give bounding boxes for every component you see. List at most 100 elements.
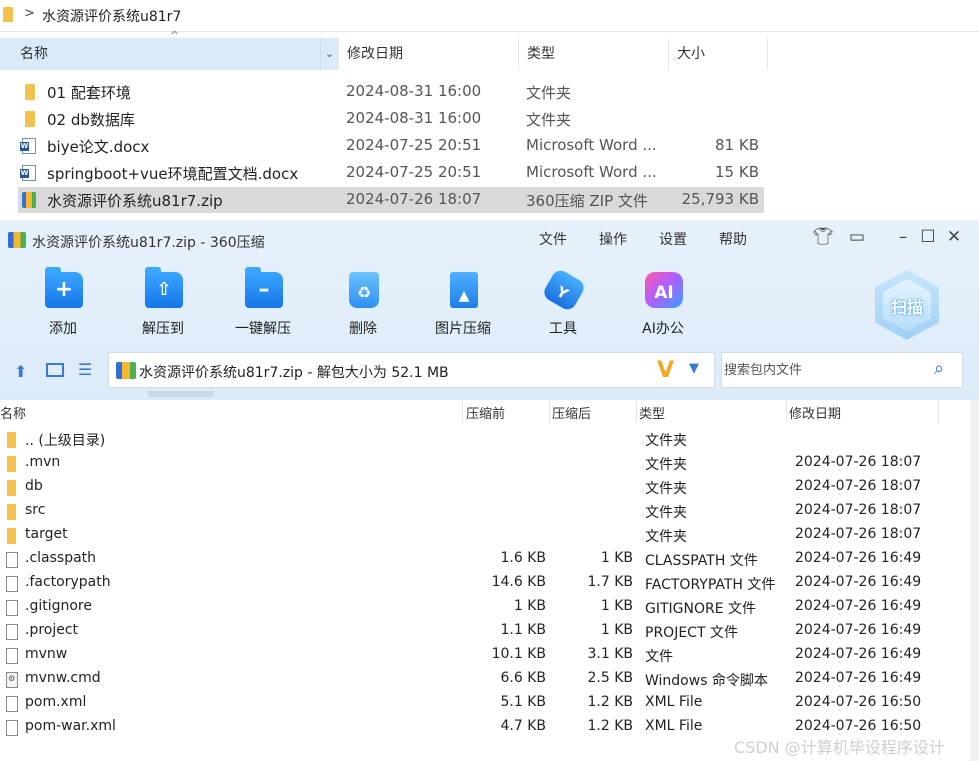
maximize-icon[interactable]: ☐ bbox=[917, 227, 939, 247]
toolbar-extract-to-button[interactable]: ⇧ 解压到 bbox=[120, 267, 206, 338]
word-doc-icon bbox=[20, 138, 36, 154]
file-icon bbox=[6, 720, 18, 736]
entry-date: 2024-07-26 16:49 bbox=[795, 598, 922, 614]
column-type-header[interactable]: 类型 bbox=[639, 403, 665, 422]
vertical-scrollbar[interactable] bbox=[970, 400, 979, 761]
entry-size-before: 10.1 KB bbox=[491, 646, 546, 662]
archive-row[interactable]: src 文件夹 2024-07-26 18:07 bbox=[0, 500, 979, 524]
entry-size-before: 14.6 KB bbox=[491, 574, 546, 590]
column-modified-header[interactable]: 修改日期 bbox=[789, 403, 841, 422]
entry-size-after: 2.5 KB bbox=[587, 670, 634, 686]
dropdown-arrow-icon[interactable]: ▼ bbox=[689, 361, 699, 376]
search-icon[interactable]: ⌕ bbox=[934, 358, 944, 379]
folder-icon bbox=[7, 480, 16, 496]
file-name: springboot+vue环境配置文档.docx bbox=[47, 165, 299, 183]
folder-icon bbox=[25, 84, 35, 100]
toolbar-label: 图片压缩 bbox=[435, 321, 491, 337]
watermark-text: CSDN @计算机毕设程序设计 bbox=[734, 738, 945, 757]
toolbar-tools-button[interactable]: Y 工具 bbox=[520, 267, 606, 338]
file-icon bbox=[6, 624, 18, 640]
scan-label: 扫描 bbox=[890, 298, 923, 317]
sort-ascending-icon: ^ bbox=[170, 29, 180, 42]
entry-name: target bbox=[25, 526, 68, 542]
archive-row[interactable]: db 文件夹 2024-07-26 18:07 bbox=[0, 476, 979, 500]
file-row-selected[interactable]: 水资源评价系统u81r7.zip 2024-07-26 18:07 360压缩 … bbox=[18, 187, 764, 213]
minimize-icon[interactable]: – bbox=[892, 227, 914, 247]
column-after-header[interactable]: 压缩后 bbox=[552, 403, 591, 422]
file-icon bbox=[6, 600, 18, 616]
archive-address-text: 水资源评价系统u81r7.zip - 解包大小为 52.1 MB bbox=[139, 365, 449, 381]
archive-search-box[interactable]: ⌕ bbox=[721, 352, 963, 388]
column-type-header[interactable]: 类型 bbox=[518, 38, 668, 70]
explorer-address-bar[interactable]: > 水资源评价系统u81r7 bbox=[0, 0, 979, 32]
entry-name: mvnw bbox=[25, 646, 68, 662]
entry-date: 2024-07-26 18:07 bbox=[795, 478, 922, 494]
archive-row[interactable]: pom.xml 5.1 KB 1.2 KB XML File 2024-07-2… bbox=[0, 692, 979, 716]
archive-row[interactable]: target 文件夹 2024-07-26 18:07 bbox=[0, 524, 979, 548]
entry-date: 2024-07-26 16:49 bbox=[795, 670, 922, 686]
feedback-icon[interactable]: ▭ bbox=[846, 227, 868, 247]
folder-icon bbox=[7, 456, 16, 472]
list-view-icon[interactable]: ☰ bbox=[78, 360, 92, 379]
file-row[interactable]: biye论文.docx 2024-07-25 20:51 Microsoft W… bbox=[18, 133, 764, 159]
archive-row[interactable]: mvnw 10.1 KB 3.1 KB 文件 2024-07-26 16:49 bbox=[0, 644, 979, 668]
column-divider[interactable] bbox=[636, 400, 637, 422]
menu-file[interactable]: 文件 bbox=[539, 229, 567, 249]
file-row[interactable]: 01 配套环境 2024-08-31 16:00 文件夹 bbox=[18, 79, 764, 105]
entry-type: XML File bbox=[645, 718, 703, 734]
menu-help[interactable]: 帮助 bbox=[719, 229, 747, 249]
column-divider[interactable] bbox=[549, 400, 550, 422]
archive-row[interactable]: .mvn 文件夹 2024-07-26 18:07 bbox=[0, 452, 979, 476]
file-row[interactable]: springboot+vue环境配置文档.docx 2024-07-25 20:… bbox=[18, 160, 764, 186]
archive-address-bar[interactable]: 水资源评价系统u81r7.zip - 解包大小为 52.1 MB V ▼ bbox=[108, 352, 715, 388]
column-before-header[interactable]: 压缩前 bbox=[466, 403, 505, 422]
explorer-path[interactable]: 水资源评价系统u81r7 bbox=[42, 6, 181, 26]
thumbnail-view-icon[interactable] bbox=[46, 363, 64, 377]
file-date: 2024-07-26 18:07 bbox=[346, 190, 482, 208]
toolbar-one-click-extract-button[interactable]: – 一键解压 bbox=[220, 267, 306, 338]
entry-size-after: 1.7 KB bbox=[587, 574, 634, 590]
file-type: 360压缩 ZIP 文件 bbox=[526, 192, 648, 210]
tools-icon: Y bbox=[541, 267, 587, 313]
archive-row[interactable]: .gitignore 1 KB 1 KB GITIGNORE 文件 2024-0… bbox=[0, 596, 979, 620]
cmd-script-icon bbox=[6, 672, 18, 688]
chevron-right-icon[interactable]: > bbox=[24, 6, 35, 21]
toolbar-image-compress-button[interactable]: ▲ 图片压缩 bbox=[420, 268, 506, 338]
archive-row[interactable]: .factorypath 14.6 KB 1.7 KB FACTORYPATH … bbox=[0, 572, 979, 596]
toolbar-ai-office-button[interactable]: AI AI办公 bbox=[620, 268, 706, 338]
column-divider[interactable] bbox=[938, 400, 939, 422]
archive-row[interactable]: .project 1.1 KB 1 KB PROJECT 文件 2024-07-… bbox=[0, 620, 979, 644]
up-directory-icon[interactable]: ⬆ bbox=[14, 362, 27, 381]
column-date-header[interactable]: 修改日期 bbox=[338, 38, 518, 70]
menu-settings[interactable]: 设置 bbox=[659, 229, 687, 249]
zip-archive-icon bbox=[22, 192, 36, 208]
column-dropdown-icon[interactable]: ⌄ bbox=[320, 38, 338, 70]
column-name-header[interactable]: 名称 bbox=[0, 403, 26, 422]
folder-icon bbox=[3, 7, 13, 22]
file-size: 81 KB bbox=[715, 136, 759, 154]
archive-row-parent[interactable]: .. (上级目录) 文件夹 bbox=[0, 428, 979, 452]
file-name: 01 配套环境 bbox=[47, 84, 131, 102]
column-size-header[interactable]: 大小 bbox=[668, 38, 768, 70]
folder-icon bbox=[7, 504, 16, 520]
menu-operation[interactable]: 操作 bbox=[599, 229, 627, 249]
entry-name: db bbox=[25, 478, 43, 494]
extract-to-icon: ⇧ bbox=[145, 267, 183, 308]
column-name-header[interactable]: 名称 bbox=[0, 38, 338, 70]
file-date: 2024-07-25 20:51 bbox=[346, 136, 482, 154]
column-divider[interactable] bbox=[786, 400, 787, 422]
toolbar-add-button[interactable]: + 添加 bbox=[20, 267, 106, 338]
archive-row[interactable]: .classpath 1.6 KB 1 KB CLASSPATH 文件 2024… bbox=[0, 548, 979, 572]
ai-office-icon: AI bbox=[645, 272, 683, 308]
column-divider[interactable] bbox=[462, 400, 463, 422]
entry-type: GITIGNORE 文件 bbox=[645, 601, 757, 617]
entry-type: Windows 命令脚本 bbox=[645, 673, 768, 689]
file-row[interactable]: 02 db数据库 2024-08-31 16:00 文件夹 bbox=[18, 106, 764, 132]
shirt-skin-icon[interactable]: 👕︎ bbox=[812, 227, 834, 247]
archive-search-input[interactable] bbox=[724, 359, 924, 381]
toolbar-delete-button[interactable]: ♻ 删除 bbox=[320, 268, 406, 338]
scan-button[interactable]: 扫描 bbox=[875, 270, 939, 340]
file-date: 2024-07-25 20:51 bbox=[346, 163, 482, 181]
close-icon[interactable]: ✕ bbox=[943, 227, 965, 247]
archive-row[interactable]: mvnw.cmd 6.6 KB 2.5 KB Windows 命令脚本 2024… bbox=[0, 668, 979, 692]
